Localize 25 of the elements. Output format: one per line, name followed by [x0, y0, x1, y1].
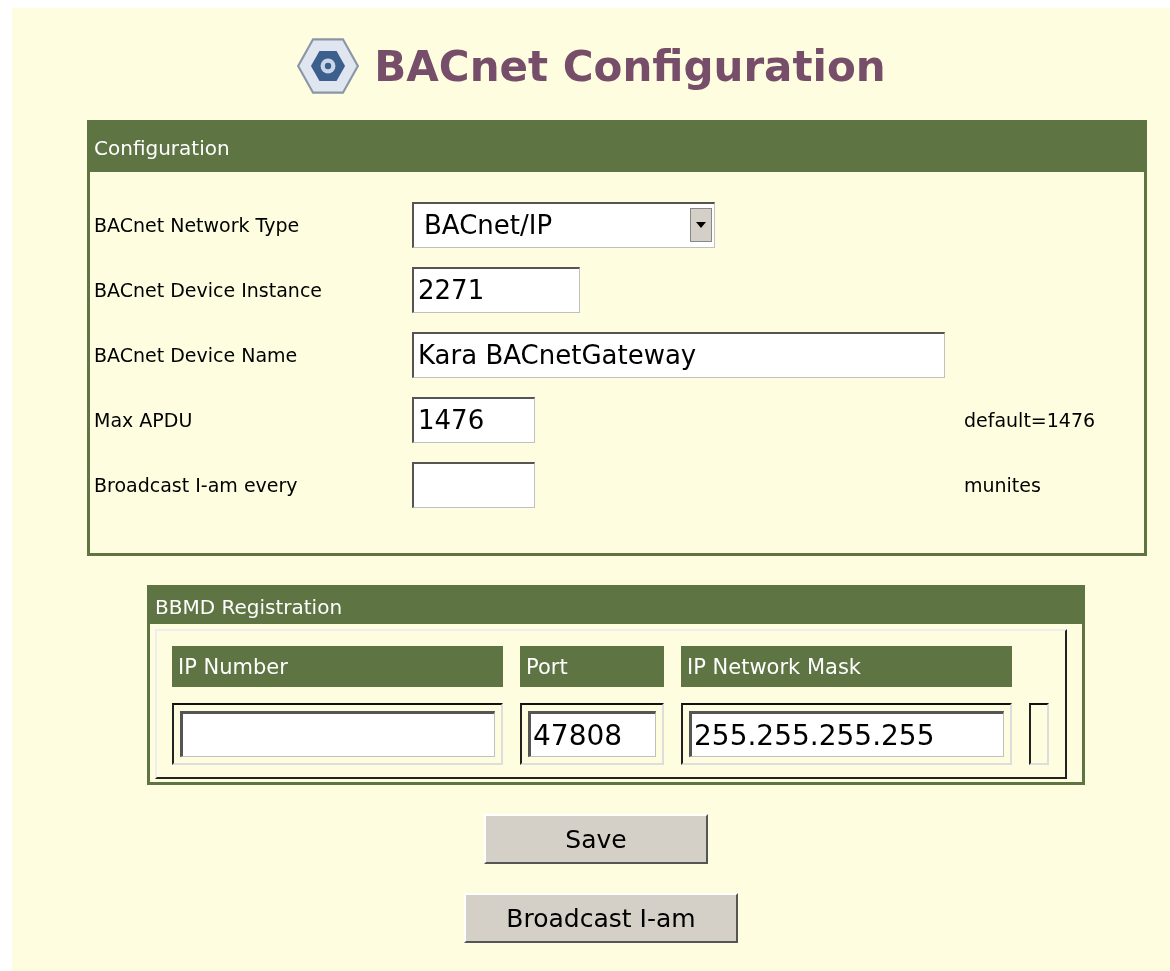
input-field[interactable]: 47808	[528, 711, 656, 757]
field-label: BACnet Device Instance	[94, 278, 324, 301]
input-field[interactable]: 1476	[412, 396, 535, 443]
input-field[interactable]	[180, 711, 495, 757]
input-field[interactable]: 255.255.255.255	[689, 711, 1004, 757]
input-field[interactable]: 2271	[412, 266, 580, 313]
page-title: BACnet Configuration	[374, 41, 886, 91]
column-header: Port	[520, 646, 664, 687]
panel-header: BBMD Registration	[150, 588, 1082, 624]
table-cell	[1029, 703, 1049, 765]
hint-text: default=1476	[964, 408, 1097, 431]
field-label: BACnet Network Type	[94, 213, 301, 236]
save-button[interactable]: Save	[484, 814, 708, 864]
input-field[interactable]	[412, 461, 535, 508]
hexagon-nut-icon	[296, 36, 361, 96]
input-field[interactable]: Kara BACnetGateway	[412, 331, 945, 378]
field-label: Max APDU	[94, 408, 194, 431]
broadcast-button[interactable]: Broadcast I-am	[464, 893, 738, 943]
field-label: BACnet Device Name	[94, 343, 299, 366]
field-label: Broadcast I-am every	[94, 473, 299, 496]
hint-text: munites	[964, 473, 1042, 496]
panel-header: Configuration	[90, 123, 1144, 172]
network-type-dropdown[interactable]: BACnet/IP	[412, 201, 715, 248]
column-header: IP Network Mask	[681, 646, 1012, 687]
column-header: IP Number	[172, 646, 503, 687]
